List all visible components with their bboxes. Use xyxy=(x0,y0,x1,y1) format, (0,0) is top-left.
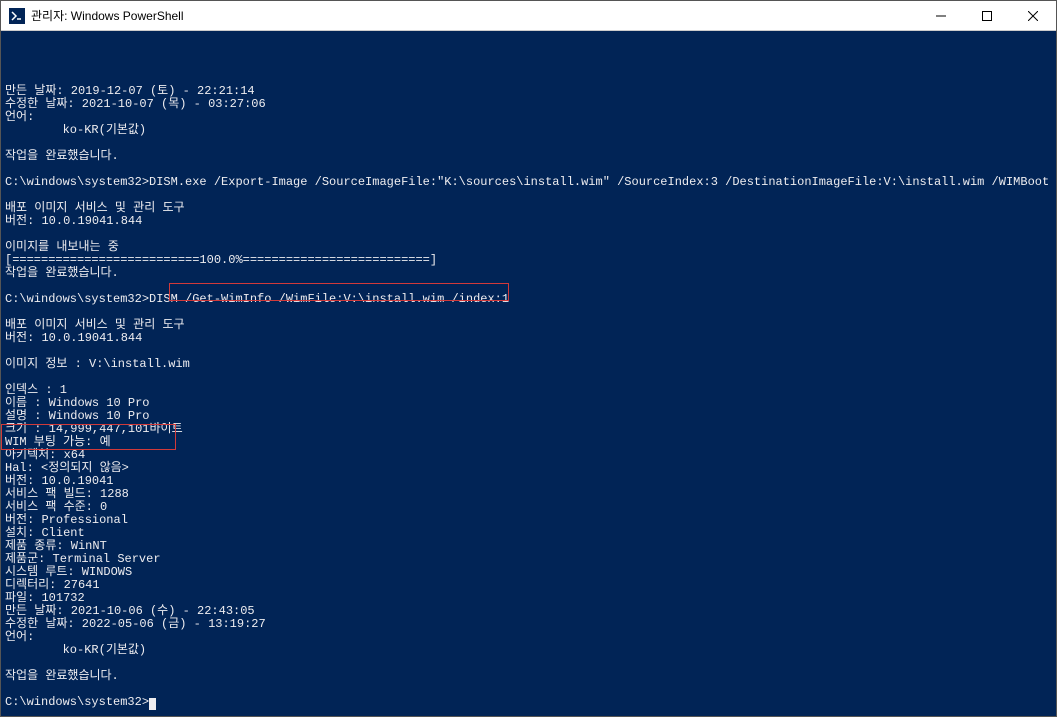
terminal-line: ko-KR(기본값) xyxy=(5,124,1052,137)
window-controls xyxy=(918,1,1056,30)
terminal-line: 작업을 완료했습니다. xyxy=(5,150,1052,163)
terminal-line: Hal: <정의되지 않음> xyxy=(5,462,1052,475)
terminal-line: 시스템 루트: WINDOWS xyxy=(5,566,1052,579)
terminal-line: C:\windows\system32>DISM /Get-WimInfo /W… xyxy=(5,293,1052,306)
terminal-line: C:\windows\system32>DISM.exe /Export-Ima… xyxy=(5,176,1052,189)
powershell-window: 관리자: Windows PowerShell 만든 날짜: 2019-12-0… xyxy=(0,0,1057,717)
terminal-line: 작업을 완료했습니다. xyxy=(5,670,1052,683)
terminal-line: 버전: Professional xyxy=(5,514,1052,527)
terminal-line: C:\windows\system32> xyxy=(5,696,1052,709)
terminal-line: 버전: 10.0.19041.844 xyxy=(5,332,1052,345)
maximize-button[interactable] xyxy=(964,1,1010,30)
window-title: 관리자: Windows PowerShell xyxy=(31,7,918,24)
terminal-line: 버전: 10.0.19041.844 xyxy=(5,215,1052,228)
powershell-icon xyxy=(9,8,25,24)
cursor xyxy=(149,698,156,710)
terminal-content[interactable]: 만든 날짜: 2019-12-07 (토) - 22:21:14수정한 날짜: … xyxy=(1,31,1056,716)
terminal-line: 크기 : 14,999,447,101바이트 xyxy=(5,423,1052,436)
terminal-line: 언어: xyxy=(5,111,1052,124)
titlebar: 관리자: Windows PowerShell xyxy=(1,1,1056,31)
terminal-line: 배포 이미지 서비스 및 관리 도구 xyxy=(5,319,1052,332)
terminal-line: 이름 : Windows 10 Pro xyxy=(5,397,1052,410)
terminal-line: 배포 이미지 서비스 및 관리 도구 xyxy=(5,202,1052,215)
terminal-line: 버전: 10.0.19041 xyxy=(5,475,1052,488)
terminal-line: 제품군: Terminal Server xyxy=(5,553,1052,566)
terminal-line xyxy=(5,371,1052,384)
minimize-button[interactable] xyxy=(918,1,964,30)
terminal-line: ko-KR(기본값) xyxy=(5,644,1052,657)
terminal-line: 서비스 팩 빌드: 1288 xyxy=(5,488,1052,501)
terminal-line xyxy=(5,137,1052,150)
terminal-line xyxy=(5,228,1052,241)
terminal-line: 언어: xyxy=(5,631,1052,644)
terminal-line: 이미지 정보 : V:\install.wim xyxy=(5,358,1052,371)
terminal-line xyxy=(5,683,1052,696)
terminal-line: 수정한 날짜: 2021-10-07 (목) - 03:27:06 xyxy=(5,98,1052,111)
terminal-line: 제품 종류: WinNT xyxy=(5,540,1052,553)
terminal-line: 아키텍처: x64 xyxy=(5,449,1052,462)
close-button[interactable] xyxy=(1010,1,1056,30)
terminal-line: 서비스 팩 수준: 0 xyxy=(5,501,1052,514)
terminal-line: WIM 부팅 가능: 예 xyxy=(5,436,1052,449)
terminal-line: 설치: Client xyxy=(5,527,1052,540)
terminal-line: 인덱스 : 1 xyxy=(5,384,1052,397)
terminal-line: [==========================100.0%=======… xyxy=(5,254,1052,267)
terminal-line: 수정한 날짜: 2022-05-06 (금) - 13:19:27 xyxy=(5,618,1052,631)
terminal-line xyxy=(5,657,1052,670)
terminal-line: 작업을 완료했습니다. xyxy=(5,267,1052,280)
terminal-line: 디렉터리: 27641 xyxy=(5,579,1052,592)
